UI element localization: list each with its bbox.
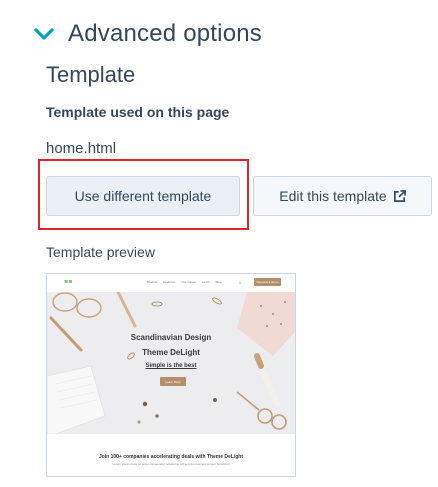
- preview-footer-title: Join 100+ companies accelerating deals w…: [98, 454, 244, 460]
- preview-navbar: ≋≋ Product Features Use Cases Learn Blog…: [47, 274, 295, 293]
- preview-footer-subtitle: Lorem ipsum dolor sit amet consectetur a…: [112, 462, 230, 466]
- preview-hero-tagline: Simple is the best: [145, 363, 197, 369]
- advanced-options-toggle[interactable]: Advanced options: [33, 20, 262, 48]
- template-used-label: Template used on this page: [46, 104, 230, 120]
- preview-menu-item: Use Cases: [181, 280, 196, 284]
- use-different-template-button[interactable]: Use different template: [46, 176, 240, 216]
- preview-logo: ≋≋: [64, 279, 73, 285]
- preview-menu-item: Product: [147, 280, 158, 284]
- template-filename: home.html: [46, 140, 117, 157]
- preview-cta-button: Request a demo: [254, 278, 281, 286]
- preview-menu-item: Features: [163, 280, 176, 284]
- external-link-icon: [393, 189, 406, 202]
- template-preview-thumbnail[interactable]: ≋≋ Product Features Use Cases Learn Blog…: [46, 273, 296, 477]
- template-section-title: Template: [46, 62, 136, 87]
- preview-hero-subtitle: Theme DeLight: [142, 348, 200, 357]
- chevron-down-icon: [34, 28, 54, 40]
- advanced-options-title: Advanced options: [68, 20, 263, 47]
- advanced-options-panel: Advanced options Template Template used …: [0, 0, 438, 487]
- preview-menu-item: Learn: [201, 280, 210, 284]
- preview-hero: Scandinavian Design Theme DeLight Simple…: [47, 292, 295, 434]
- use-different-template-label: Use different template: [74, 188, 212, 204]
- preview-hero-title: Scandinavian Design: [130, 333, 212, 342]
- preview-hero-button: Learn More: [160, 377, 186, 386]
- edit-template-button[interactable]: Edit this template: [253, 176, 432, 216]
- template-preview-label: Template preview: [46, 244, 155, 260]
- edit-template-label: Edit this template: [279, 188, 387, 204]
- preview-search-icon: ⌕: [239, 280, 242, 285]
- preview-menu-item: Blog: [215, 280, 222, 284]
- preview-menu: Product Features Use Cases Learn Blog: [147, 280, 222, 284]
